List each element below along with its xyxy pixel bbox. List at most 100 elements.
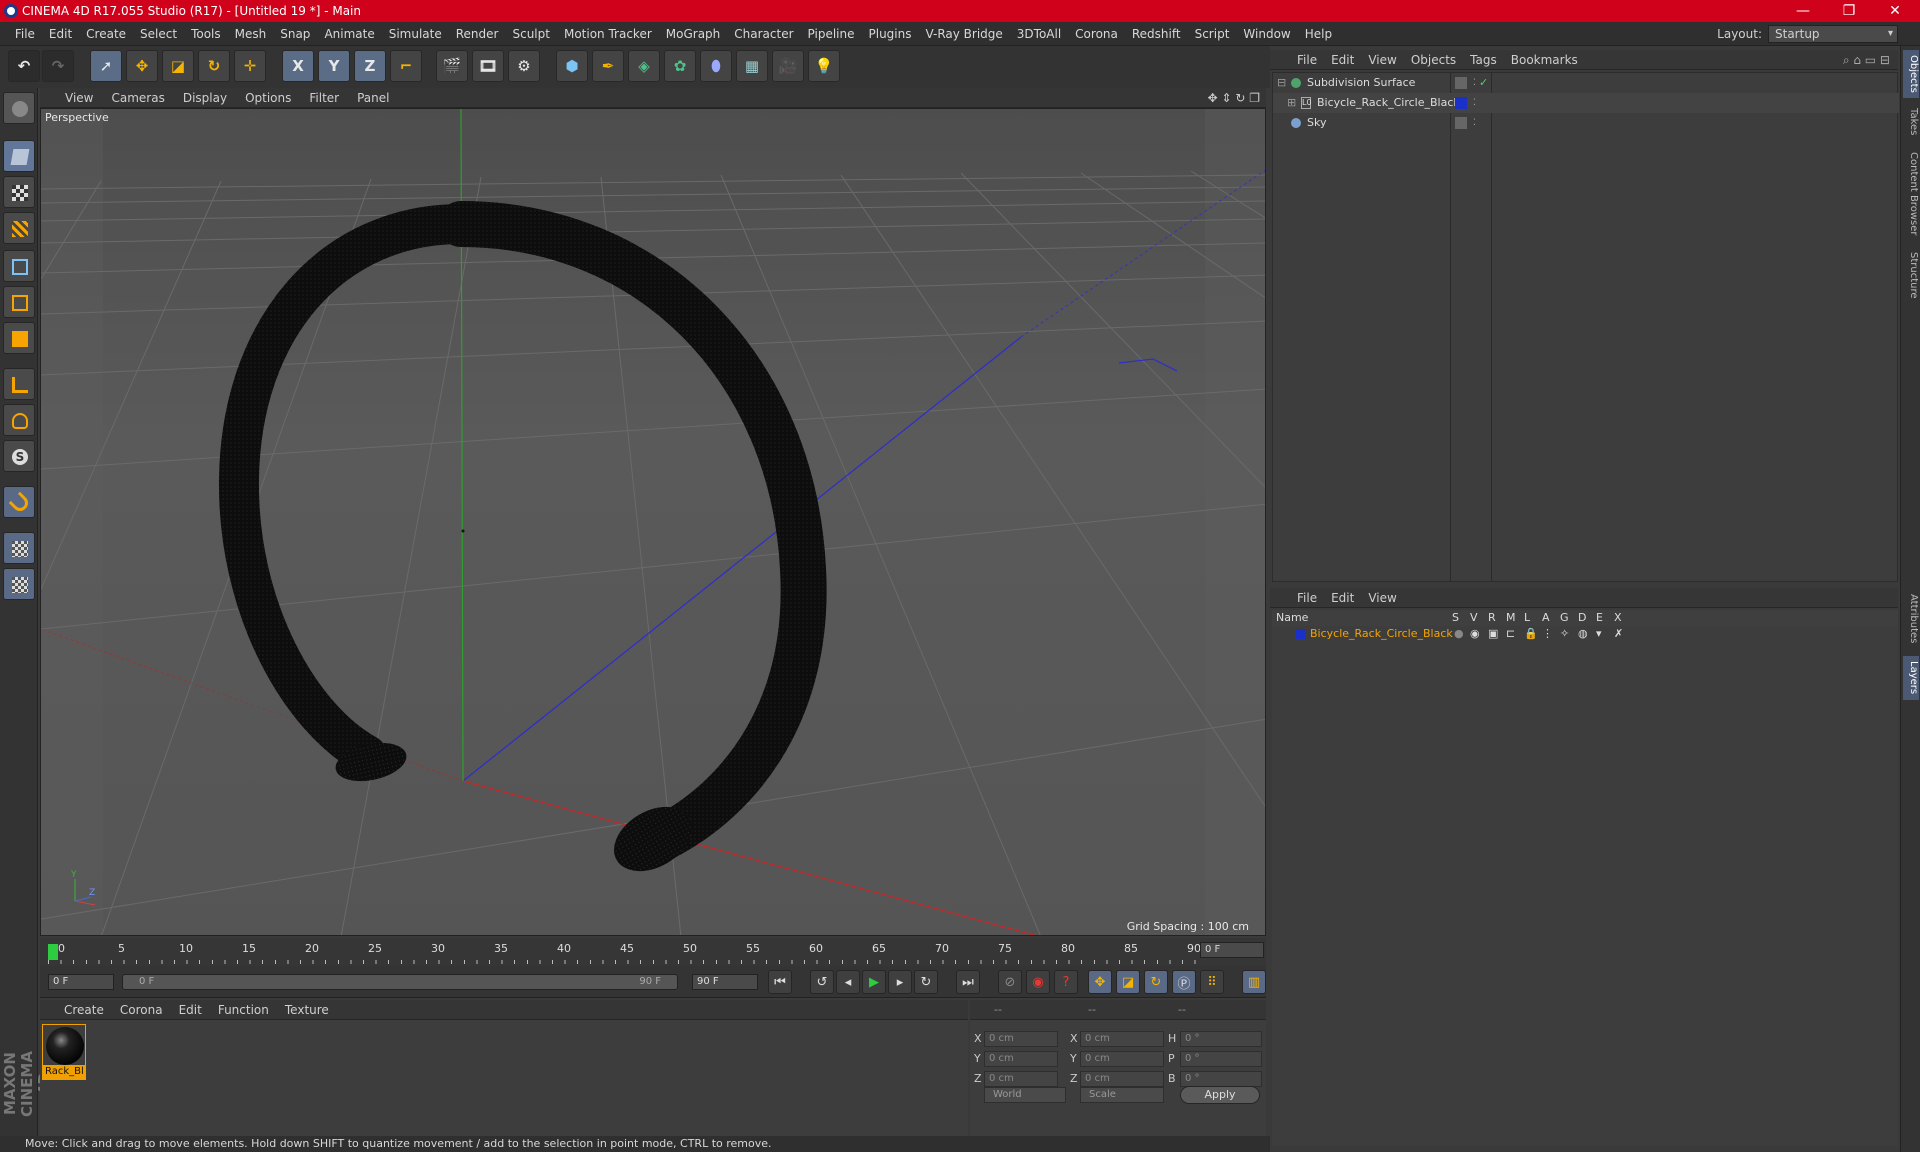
polygons-mode-icon[interactable] xyxy=(3,322,35,354)
object-menu-objects[interactable]: Objects xyxy=(1404,50,1463,70)
workplane-rotate-icon[interactable] xyxy=(3,568,35,600)
minimize-button[interactable]: — xyxy=(1780,0,1826,22)
object-menu-edit[interactable]: Edit xyxy=(1324,50,1361,70)
menu-vray-bridge[interactable]: V-Ray Bridge xyxy=(918,22,1009,46)
cube-object-icon[interactable]: ⬢ xyxy=(556,50,588,82)
material-menu-function[interactable]: Function xyxy=(210,1000,277,1020)
tree-collapse-icon[interactable]: ⊟ xyxy=(1277,73,1286,93)
layer-xref-icon[interactable]: ✗ xyxy=(1614,626,1623,642)
menu-window[interactable]: Window xyxy=(1236,22,1297,46)
material-menu-create[interactable]: Create xyxy=(56,1000,112,1020)
light-icon[interactable]: 💡 xyxy=(808,50,840,82)
select-arrow-icon[interactable]: ➚ xyxy=(90,50,122,82)
tree-expand-icon[interactable]: ⊞ xyxy=(1287,93,1296,113)
scale-tool-icon[interactable]: ◪ xyxy=(162,50,194,82)
snap-icon[interactable]: S xyxy=(3,440,35,472)
next-key-icon[interactable]: ↻ xyxy=(914,970,938,994)
object-menu-tags[interactable]: Tags xyxy=(1463,50,1504,70)
menu-animate[interactable]: Animate xyxy=(317,22,381,46)
key-scale-icon[interactable]: ◪ xyxy=(1116,970,1140,994)
previous-key-icon[interactable]: ↺ xyxy=(810,970,834,994)
tweak-mode-icon[interactable] xyxy=(3,404,35,436)
coordinate-mode-dropdown[interactable]: World xyxy=(984,1087,1066,1103)
go-to-start-icon[interactable]: ⏮ xyxy=(768,970,792,994)
layer-deformer-icon[interactable]: ◍ xyxy=(1578,626,1588,642)
layer-row[interactable]: Bicycle_Rack_Circle_Black ● ◉ ▣ ⊏ 🔒 ⋮ ✧ … xyxy=(1272,626,1898,642)
play-icon[interactable]: ▶ xyxy=(862,970,886,994)
viewport-menu-display[interactable]: Display xyxy=(174,88,236,108)
frame-range-slider[interactable]: 0 F 90 F xyxy=(122,974,678,990)
menu-motion-tracker[interactable]: Motion Tracker xyxy=(557,22,659,46)
tab-layers[interactable]: Layers xyxy=(1903,656,1919,700)
layer-visible-icon[interactable]: ◉ xyxy=(1470,626,1480,642)
model-mode-icon[interactable] xyxy=(3,140,35,172)
points-mode-icon[interactable] xyxy=(3,250,35,282)
menu-edit[interactable]: Edit xyxy=(42,22,79,46)
tab-structure[interactable]: Structure xyxy=(1903,246,1919,304)
menu-help[interactable]: Help xyxy=(1298,22,1339,46)
menu-script[interactable]: Script xyxy=(1188,22,1237,46)
size-x-field[interactable]: 0 cm xyxy=(1080,1031,1164,1047)
visibility-dots-icon[interactable]: ⁚ xyxy=(1473,93,1476,113)
apply-button[interactable]: Apply xyxy=(1180,1086,1260,1104)
cloner-icon[interactable]: ✿ xyxy=(664,50,696,82)
lock-x-axis-button[interactable]: X xyxy=(282,50,314,82)
subdivision-surface-icon[interactable]: ◈ xyxy=(628,50,660,82)
start-frame-field[interactable]: 0 F xyxy=(48,974,114,990)
material-menu-texture[interactable]: Texture xyxy=(277,1000,337,1020)
move-tool-icon[interactable]: ✥ xyxy=(126,50,158,82)
visibility-dots-icon[interactable]: ⁚ xyxy=(1473,73,1476,93)
make-editable-icon[interactable] xyxy=(3,92,35,124)
workplane-mode-icon[interactable] xyxy=(3,212,35,244)
close-button[interactable]: ✕ xyxy=(1872,0,1918,22)
menu-mesh[interactable]: Mesh xyxy=(228,22,274,46)
material-swatch[interactable]: Rack_Bl xyxy=(42,1024,86,1080)
object-row[interactable]: ⊞ L0 Bicycle_Rack_Circle_Black ⁚ xyxy=(1273,93,1899,113)
menu-simulate[interactable]: Simulate xyxy=(382,22,449,46)
lock-z-axis-button[interactable]: Z xyxy=(354,50,386,82)
go-to-end-icon[interactable]: ⏭ xyxy=(956,970,980,994)
menu-sculpt[interactable]: Sculpt xyxy=(505,22,556,46)
menu-mograph[interactable]: MoGraph xyxy=(659,22,728,46)
menu-create[interactable]: Create xyxy=(79,22,133,46)
material-menu-edit[interactable]: Edit xyxy=(171,1000,210,1020)
timeline-ruler[interactable]: 0 5 10 15 20 25 30 35 40 45 50 55 60 65 … xyxy=(40,938,1266,966)
render-settings-icon[interactable]: ⚙ xyxy=(508,50,540,82)
layer-color-swatch[interactable] xyxy=(1296,629,1306,639)
current-frame-field[interactable]: 0 F xyxy=(1200,942,1264,958)
timeline-window-icon[interactable]: ▥ xyxy=(1242,970,1266,994)
menu-plugins[interactable]: Plugins xyxy=(862,22,919,46)
rot-b-field[interactable]: 0 ° xyxy=(1180,1071,1262,1087)
enabled-check-icon[interactable]: ✓ xyxy=(1479,73,1488,93)
menu-snap[interactable]: Snap xyxy=(273,22,317,46)
magnet-icon[interactable] xyxy=(3,486,35,518)
menu-redshift[interactable]: Redshift xyxy=(1125,22,1188,46)
menu-3dtoall[interactable]: 3DToAll xyxy=(1010,22,1068,46)
floor-scene-icon[interactable]: ▦ xyxy=(736,50,768,82)
deformer-icon[interactable]: ⬮ xyxy=(700,50,732,82)
layer-menu-file[interactable]: File xyxy=(1290,588,1324,608)
pos-y-field[interactable]: 0 cm xyxy=(984,1051,1058,1067)
layout-dropdown[interactable]: Startup xyxy=(1768,25,1898,43)
rotate-tool-icon[interactable]: ↻ xyxy=(198,50,230,82)
layer-solo-icon[interactable]: ● xyxy=(1454,626,1464,642)
object-menu-bookmarks[interactable]: Bookmarks xyxy=(1504,50,1585,70)
layer-manager-icon[interactable]: ⊏ xyxy=(1506,626,1515,642)
lock-y-axis-button[interactable]: Y xyxy=(318,50,350,82)
viewport-menu-view[interactable]: View xyxy=(56,88,102,108)
viewport-menu-filter[interactable]: Filter xyxy=(300,88,348,108)
render-picture-viewer-icon[interactable]: 🎞 xyxy=(472,50,504,82)
maximize-button[interactable]: ❐ xyxy=(1826,0,1872,22)
undo-icon[interactable]: ↶ xyxy=(8,50,40,82)
edges-mode-icon[interactable] xyxy=(3,286,35,318)
layer-menu-edit[interactable]: Edit xyxy=(1324,588,1361,608)
next-frame-icon[interactable]: ▸ xyxy=(888,970,912,994)
object-manager-search-icon[interactable]: ⌕ ⌂ ▭ ⊟ xyxy=(1843,50,1890,70)
key-rotation-icon[interactable]: ↻ xyxy=(1144,970,1168,994)
object-menu-view[interactable]: View xyxy=(1361,50,1403,70)
size-y-field[interactable]: 0 cm xyxy=(1080,1051,1164,1067)
layer-expression-icon[interactable]: ▾ xyxy=(1596,626,1602,642)
menu-corona[interactable]: Corona xyxy=(1068,22,1125,46)
tab-takes[interactable]: Takes xyxy=(1903,102,1919,142)
playhead-marker[interactable] xyxy=(48,944,58,960)
